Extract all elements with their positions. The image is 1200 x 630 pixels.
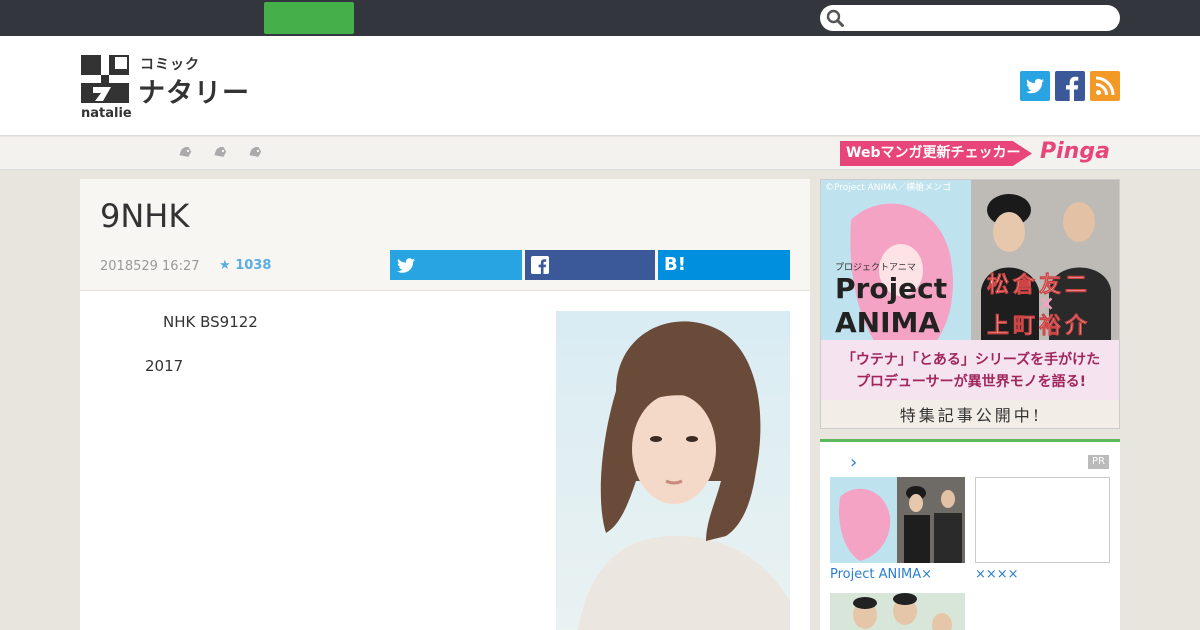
project-anima-banner[interactable]: ©Project ANIMA／横槍メンゴ プロジェクトアニマ Project A… xyxy=(820,179,1120,429)
pr-caption[interactable]: ×××× xyxy=(975,567,1019,582)
page-title: 9NHK xyxy=(100,197,190,235)
ad-copyright: ©Project ANIMA／横槍メンゴ xyxy=(825,181,951,193)
pinga-logo: Pinga xyxy=(1040,139,1110,164)
pr-thumbnail[interactable] xyxy=(975,477,1110,563)
tag-icon[interactable] xyxy=(213,147,227,159)
pr-badge: PR xyxy=(1088,455,1109,469)
ad-title-line2: ANIMA xyxy=(835,306,940,339)
share-twitter-button[interactable] xyxy=(390,250,522,280)
twitter-follow-button[interactable] xyxy=(1020,71,1050,101)
ad-cross: × xyxy=(1038,291,1055,315)
article: 9NHK 2018529 16:27 ★ 1038 B! NHK BS9122 … xyxy=(80,179,810,630)
share-facebook-button[interactable] xyxy=(525,250,655,280)
facebook-follow-button[interactable] xyxy=(1055,71,1085,101)
share-hatena-button[interactable]: B! xyxy=(658,250,790,280)
star-count-value: 1038 xyxy=(235,258,272,273)
green-nav-button[interactable] xyxy=(264,2,354,34)
tag-icon[interactable] xyxy=(178,147,192,159)
pr-caption[interactable]: Project ANIMA× xyxy=(830,567,932,582)
search-input[interactable] xyxy=(820,5,1120,31)
article-body-line: 2017 xyxy=(145,357,184,375)
article-date: 2018529 16:27 xyxy=(100,259,200,274)
facebook-icon xyxy=(531,256,549,274)
ad-lead-line1: 「ウテナ」「とある」シリーズを手がけた xyxy=(842,351,1100,368)
logo-natalie-en: natalie xyxy=(81,106,132,121)
search-icon[interactable] xyxy=(826,9,844,27)
star-count[interactable]: ★ 1038 xyxy=(219,258,271,273)
top-bar xyxy=(0,0,1200,36)
tag-icon[interactable] xyxy=(248,147,262,159)
facebook-icon xyxy=(1066,76,1079,101)
pr-thumbnail[interactable] xyxy=(830,477,965,563)
hatena-icon: B! xyxy=(664,254,686,275)
pr-thumbnail[interactable] xyxy=(830,593,965,630)
article-body-line: NHK BS9122 xyxy=(163,313,258,331)
chevron-right-icon[interactable]: › xyxy=(850,452,857,473)
twitter-icon xyxy=(1026,78,1044,94)
category-nav: Webマンガ更新チェッカー Pinga xyxy=(0,137,1200,170)
pr-box: › PR Project ANIMA× ×××× xyxy=(820,439,1120,630)
ad-lead-line2: プロデューサーが異世界モノを語る! xyxy=(856,373,1086,390)
natalie-logo-mark[interactable] xyxy=(81,55,129,103)
ad-footer: 特集記事公開中! xyxy=(900,406,1042,425)
article-header: 9NHK 2018529 16:27 ★ 1038 B! xyxy=(80,179,810,291)
ad-title-line1: Project xyxy=(835,272,947,305)
pinga-banner[interactable]: Webマンガ更新チェッカー Pinga xyxy=(840,139,1120,167)
ad-name2: 上町裕介 xyxy=(987,313,1091,339)
star-icon: ★ xyxy=(219,258,231,273)
twitter-icon xyxy=(397,258,415,273)
rss-icon xyxy=(1095,76,1115,96)
rss-button[interactable] xyxy=(1090,71,1120,101)
site-header: コミック ナタリー natalie xyxy=(0,36,1200,136)
article-photo[interactable] xyxy=(556,311,790,630)
logo-natalie-jp[interactable]: ナタリー xyxy=(138,71,250,110)
pinga-label: Webマンガ更新チェッカー xyxy=(840,141,1032,166)
